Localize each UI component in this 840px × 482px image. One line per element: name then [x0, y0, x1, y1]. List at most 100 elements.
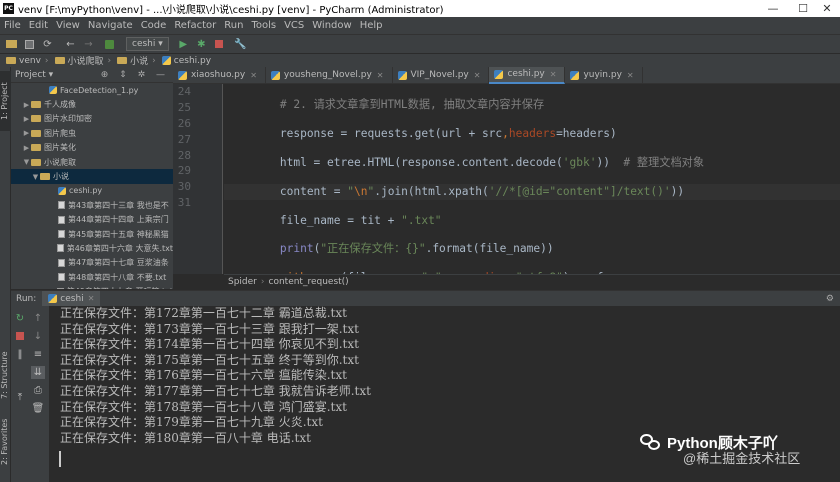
scroll-up-icon[interactable]: ↑ — [31, 312, 45, 325]
run-side-toolbar: ↻ ↑ ↓ ‖ ≡ ⇊ ⎙ ⤒ 🗑 — [11, 306, 49, 482]
run-icon[interactable]: ▶ — [177, 38, 190, 51]
editor-tab[interactable]: yuyin.py ✕ — [565, 66, 643, 84]
project-tree-item[interactable]: ceshi.py — [11, 184, 173, 198]
project-tree-item[interactable]: ▶ 图片爬虫 — [11, 126, 173, 140]
project-tree-item[interactable]: 第44章第四十四章 上乘宗门 — [11, 213, 173, 227]
menu-navigate[interactable]: Navigate — [84, 17, 137, 34]
close-tab-icon[interactable]: ✕ — [627, 71, 634, 80]
run-configuration-dropdown[interactable]: ceshi ▾ — [126, 37, 169, 51]
run-settings-gear-icon[interactable]: ⚙ — [826, 294, 834, 304]
debug-icon[interactable]: ✱ — [195, 38, 208, 51]
editor-tab-label: VIP_Novel.py — [410, 70, 469, 80]
open-folder-icon[interactable] — [5, 38, 18, 51]
code-line: html = etree.HTML(response.content.decod… — [226, 155, 705, 169]
stop-icon[interactable] — [213, 38, 226, 51]
menu-refactor[interactable]: Refactor — [170, 17, 220, 34]
menu-run[interactable]: Run — [220, 17, 247, 34]
project-tree-item[interactable]: 第46章第四十六章 大意失.txt — [11, 241, 173, 255]
menu-view[interactable]: View — [52, 17, 84, 34]
folder-icon — [6, 57, 16, 64]
soft-wrap-icon[interactable]: ≡ — [31, 348, 45, 361]
editor-tab[interactable]: xiaoshuo.py ✕ — [173, 66, 266, 84]
editor-tab[interactable]: yousheng_Novel.py ✕ — [266, 66, 393, 84]
project-tree-item[interactable]: FaceDetection_1.py — [11, 83, 173, 97]
breadcrumb-method[interactable]: content_request() — [269, 277, 349, 287]
stop-icon[interactable] — [13, 330, 27, 343]
nav-crumb-venv[interactable]: venv › — [6, 56, 49, 66]
project-tree-item[interactable]: ▼ 小说 — [11, 169, 173, 184]
close-tab-icon[interactable]: ✕ — [377, 71, 384, 80]
text-file-icon — [58, 215, 65, 224]
project-tree-item[interactable]: 第49章第四十九章 开玩笑.txt — [11, 284, 173, 289]
project-tree-item[interactable]: ▶ 图片水印加密 — [11, 112, 173, 126]
close-tab-icon[interactable]: ✕ — [550, 70, 557, 79]
close-tab-icon[interactable]: ✕ — [88, 294, 95, 303]
expand-arrow-icon[interactable]: ▼ — [31, 173, 40, 181]
project-tool-tab[interactable]: 1: Project — [0, 71, 11, 131]
forward-arrow-icon[interactable]: → — [82, 38, 95, 51]
close-tab-icon[interactable]: ✕ — [474, 71, 481, 80]
expand-arrow-icon[interactable]: ▶ — [22, 144, 31, 152]
sync-icon[interactable]: ⟳ — [41, 38, 54, 51]
pause-icon[interactable]: ‖ — [13, 348, 27, 361]
expand-arrow-icon[interactable]: ▶ — [22, 101, 31, 109]
close-tab-icon[interactable]: ✕ — [250, 71, 257, 80]
clear-all-icon[interactable]: 🗑 — [31, 402, 45, 415]
code-editor[interactable]: # 2. 请求文章拿到HTML数据, 抽取文章内容并保存 response = … — [224, 84, 840, 400]
close-button[interactable]: ✕ — [812, 0, 840, 17]
python-file-icon — [49, 86, 57, 95]
expand-arrow-icon[interactable]: ▶ — [22, 129, 31, 137]
print-icon[interactable]: ⎙ — [31, 384, 45, 397]
expand-arrow-icon[interactable]: ▼ — [22, 158, 31, 166]
folder-icon — [117, 57, 128, 64]
python-file-icon — [178, 70, 187, 80]
menu-bar: File Edit View Navigate Code Refactor Ru… — [0, 17, 840, 34]
python-file-icon — [494, 69, 504, 79]
project-tree-item[interactable]: 第43章第四十三章 我也是不 — [11, 198, 173, 212]
project-tree-item[interactable]: 第48章第四十八章 不要.txt — [11, 270, 173, 284]
rerun-icon[interactable]: ↻ — [13, 312, 27, 325]
minimize-button[interactable]: — — [758, 0, 788, 17]
breadcrumb-class[interactable]: Spider — [228, 277, 257, 287]
line-number: 25 — [177, 100, 191, 114]
nav-crumb-novel[interactable]: 小说 › — [117, 54, 156, 67]
menu-help[interactable]: Help — [356, 17, 387, 34]
structure-tool-tab[interactable]: 7: Structure — [0, 347, 11, 403]
editor-tab[interactable]: ceshi.py ✕ — [489, 66, 566, 84]
project-tree-item[interactable]: ▼ 小说爬取 — [11, 155, 173, 169]
project-tree-item[interactable]: ▶ 千人成像 — [11, 97, 173, 111]
folder-icon — [54, 57, 65, 64]
settings-wrench-icon[interactable]: 🔧 — [234, 38, 247, 51]
menu-vcs[interactable]: VCS — [280, 17, 308, 34]
favorites-tool-tab[interactable]: 2: Favorites — [0, 412, 11, 472]
save-all-icon[interactable] — [23, 38, 36, 51]
project-tree-item-label: 第46章第四十六章 大意失.txt — [66, 243, 173, 253]
project-view-dropdown[interactable]: Project ▾ — [15, 70, 53, 80]
project-tree-item-label: 千人成像 — [44, 100, 76, 110]
project-tree-item[interactable]: 第45章第四十五章 神秘黑猫 — [11, 227, 173, 241]
menu-file[interactable]: File — [0, 17, 25, 34]
menu-edit[interactable]: Edit — [25, 17, 52, 34]
project-tree-item-label: 图片美化 — [44, 143, 76, 153]
project-tree-item-label: 第44章第四十四章 上乘宗门 — [68, 215, 169, 225]
back-arrow-icon[interactable]: ← — [64, 38, 77, 51]
build-icon[interactable] — [103, 38, 116, 51]
project-tree-item-label: 第43章第四十三章 我也是不 — [68, 200, 169, 210]
project-panel-actions-icon[interactable]: ⊕ ⇕ ✲ — — [101, 70, 169, 80]
pin-tab-icon[interactable]: ⤒ — [13, 391, 27, 404]
menu-window[interactable]: Window — [308, 17, 355, 34]
console-line: 正在保存文件：第172章第一百七十二章 霸道总裁.txt — [60, 306, 347, 320]
scroll-down-icon[interactable]: ↓ — [31, 330, 45, 343]
project-tree-item[interactable]: ▶ 图片美化 — [11, 141, 173, 155]
project-tree-item[interactable]: 第47章第四十七章 豆浆油条 — [11, 256, 173, 270]
expand-arrow-icon[interactable]: ▶ — [22, 115, 31, 123]
folder-icon — [31, 101, 41, 109]
nav-crumb-novel-crawl[interactable]: 小说爬取 › — [54, 54, 111, 67]
menu-tools[interactable]: Tools — [247, 17, 280, 34]
editor-tab[interactable]: VIP_Novel.py ✕ — [393, 66, 490, 84]
menu-code[interactable]: Code — [137, 17, 171, 34]
nav-crumb-file[interactable]: ceshi.py — [161, 56, 211, 66]
run-tab-ceshi[interactable]: ceshi ✕ — [42, 291, 101, 306]
console-line: 正在保存文件：第177章第一百七十七章 我就告诉老师.txt — [60, 383, 371, 398]
scroll-to-end-icon[interactable]: ⇊ — [31, 366, 45, 379]
